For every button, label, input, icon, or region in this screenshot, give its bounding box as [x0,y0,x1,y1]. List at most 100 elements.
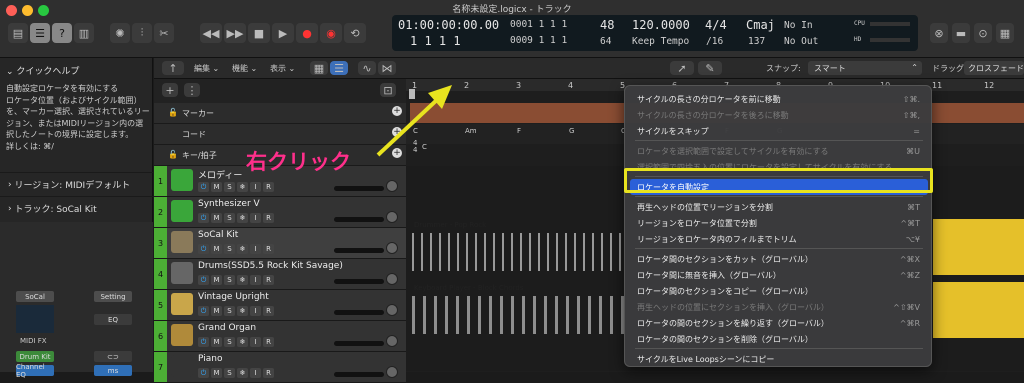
smart-controls-button[interactable]: ✺ [110,23,130,43]
instrument-slot[interactable]: Drum Kit [16,351,54,362]
mute-button[interactable]: M [211,275,222,285]
input-button[interactable]: I [250,275,261,285]
mute-button[interactable]: M [211,368,222,378]
function-menu[interactable]: 機能 ⌄ [232,63,257,74]
input-button[interactable]: I [250,213,261,223]
play-button[interactable]: ▶ [272,23,294,43]
menu-item[interactable]: サイクルをLive Loopsシーンにコピー [630,351,928,367]
menu-item[interactable]: 再生ヘッドの位置でリージョンを分割 ⌘T [630,199,928,215]
capture-record-button[interactable]: ◉ [320,23,342,43]
track-name[interactable]: SoCal Kit [198,230,238,240]
track-name[interactable]: Drums(SSD5.5 Rock Kit Savage) [198,261,343,271]
record-arm-button[interactable]: R [263,337,274,347]
menu-item[interactable]: サイクルの長さの分ロケータを前に移動 ⇧⌘. [630,91,928,107]
automation-button[interactable]: ∿ [358,61,376,75]
power-icon[interactable]: ⏻ [198,337,209,347]
stop-button[interactable]: ■ [248,23,270,43]
freeze-icon[interactable]: ❄ [237,182,248,192]
volume-slider[interactable] [334,186,384,191]
pan-knob[interactable] [386,335,398,347]
volume-slider[interactable] [334,372,384,377]
track-header[interactable]: 3 SoCal Kit ⏻ M S ❄ I R [154,228,406,259]
volume-slider[interactable] [334,310,384,315]
quick-help-button[interactable]: ? [52,23,72,43]
pan-knob[interactable] [386,304,398,316]
chord-item[interactable]: F [517,127,521,135]
forward-button[interactable]: ▶▶ [224,23,246,43]
input-button[interactable]: I [250,337,261,347]
drummer-region-end[interactable] [933,219,1024,275]
menu-item[interactable]: ロケータ間のセクションをカット（グローバル） ^⌘X [630,251,928,267]
pan-knob[interactable] [386,242,398,254]
record-arm-button[interactable]: R [263,182,274,192]
menu-item[interactable]: ロケータ間に無音を挿入（グローバル） ^⌘Z [630,267,928,283]
track-header[interactable]: 4 Drums(SSD5.5 Rock Kit Savage) ⏻ M S ❄ … [154,259,406,290]
rewind-button[interactable]: ◀◀ [200,23,222,43]
inspector-button[interactable]: ☰ [30,23,50,43]
mute-button[interactable]: M [211,306,222,316]
track-options-button[interactable]: ⋮ [184,83,200,97]
input-button[interactable]: I [250,306,261,316]
menu-item[interactable]: サイクルの長さの分ロケータを後ろに移動 ⇧⌘, [630,107,928,123]
keyboard-region-end[interactable] [933,282,1024,338]
snap-select[interactable]: スマート ⌃ [808,61,922,75]
drag-select[interactable]: クロスフェード [964,61,1024,75]
volume-slider[interactable] [334,279,384,284]
track-name[interactable]: Grand Organ [198,323,256,333]
power-icon[interactable]: ⏻ [198,213,209,223]
record-arm-button[interactable]: R [263,244,274,254]
record-arm-button[interactable]: R [263,275,274,285]
browser-button[interactable]: ▦ [996,23,1014,43]
link-button[interactable]: ⊂⊃ [94,351,132,362]
track-name[interactable]: Synthesizer V [198,199,260,209]
track-header[interactable]: 7 Piano ⏻ M S ❄ I R [154,352,406,383]
solo-button[interactable]: S [224,182,235,192]
pan-knob[interactable] [386,211,398,223]
eq-slot[interactable]: EQ [94,314,132,325]
solo-button[interactable]: S [224,337,235,347]
menu-item[interactable]: サイクルをスキップ = [630,123,928,139]
mute-button[interactable]: M [211,182,222,192]
solo-button[interactable]: S [224,275,235,285]
record-button[interactable]: ● [296,23,318,43]
mute-button[interactable]: M [211,244,222,254]
track-header[interactable]: 6 Grand Organ ⏻ M S ❄ I R [154,321,406,352]
record-arm-button[interactable]: R [263,368,274,378]
flex-button[interactable]: ⋈ [378,61,396,75]
power-icon[interactable]: ⏻ [198,368,209,378]
volume-slider[interactable] [334,217,384,222]
input-button[interactable]: I [250,244,261,254]
up-level-button[interactable]: ↑ [162,61,184,75]
track-inspector-header[interactable]: › トラック: SoCal Kit [0,196,153,220]
solo-button[interactable]: S [224,244,235,254]
freeze-icon[interactable]: ❄ [237,213,248,223]
track-header[interactable]: 5 Vintage Upright ⏻ M S ❄ I R [154,290,406,321]
menu-item[interactable]: 再生ヘッドの位置にセクションを挿入（グローバル） ^⇧⌘V [630,299,928,315]
library-button[interactable]: ▤ [8,23,28,43]
power-icon[interactable]: ⏻ [198,306,209,316]
mute-button[interactable]: M [211,337,222,347]
solo-button[interactable]: S [224,306,235,316]
quick-help-header[interactable]: ⌄ クイックヘルプ [6,64,79,77]
power-icon[interactable]: ⏻ [198,182,209,192]
pencil-tool[interactable]: ✎ [698,61,722,75]
input-button[interactable]: I [250,368,261,378]
solo-button[interactable]: S [224,368,235,378]
pan-knob[interactable] [386,366,398,378]
freeze-icon[interactable]: ❄ [237,244,248,254]
channel-eq-slot[interactable]: Channel EQ [16,363,54,379]
add-track-button[interactable]: + [162,83,178,97]
freeze-icon[interactable]: ❄ [237,275,248,285]
menu-item[interactable]: ロケータを選択範囲で設定してサイクルを有効にする ⌘U [630,143,928,159]
toolbar-button[interactable]: ▥ [74,23,94,43]
eq-thumbnail[interactable] [16,305,54,333]
compressor-slot[interactable]: ms [94,365,132,376]
list-view-button[interactable]: ☰ [330,61,348,75]
cycle-button[interactable]: ⟲ [344,23,366,43]
power-icon[interactable]: ⏻ [198,244,209,254]
solo-button[interactable]: S [224,213,235,223]
menu-item[interactable]: リージョンをロケータ位置で分割 ^⌘T [630,215,928,231]
pointer-tool[interactable]: ➚ [670,61,694,75]
setting-button[interactable]: Setting [94,291,132,302]
mixer-button[interactable]: ⫶ [132,23,152,43]
